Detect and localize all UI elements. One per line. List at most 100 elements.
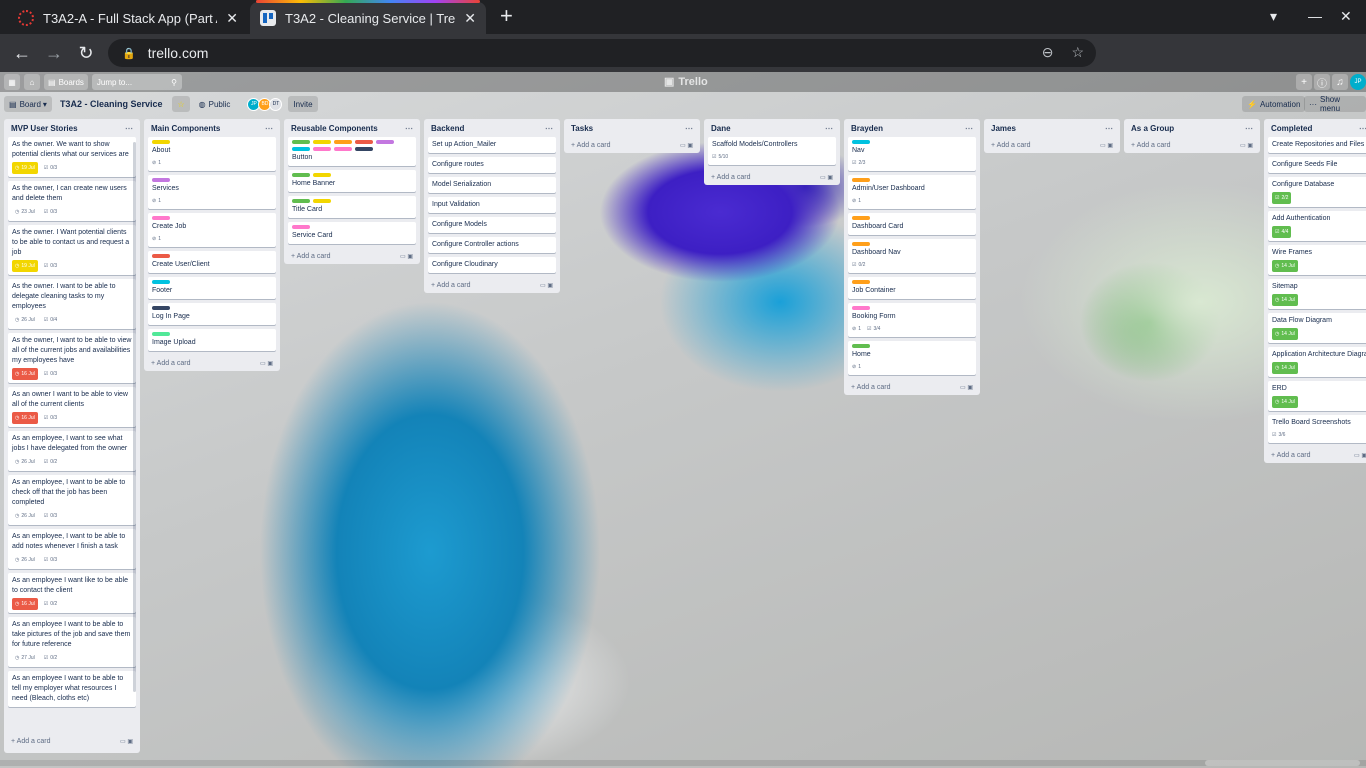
apps-grid-icon[interactable]: ▦: [4, 74, 20, 90]
user-avatar[interactable]: JP: [1350, 74, 1366, 90]
list-title[interactable]: Tasks: [571, 124, 593, 133]
card[interactable]: Configure Controller actions: [428, 237, 556, 253]
board-horizontal-scrollbar[interactable]: [0, 760, 1366, 766]
new-tab-button[interactable]: +: [500, 5, 513, 27]
list-header[interactable]: Completed ⋯: [1268, 119, 1366, 137]
member-avatar[interactable]: DT: [269, 97, 283, 111]
card[interactable]: Footer: [148, 277, 276, 299]
bookmark-star-icon[interactable]: ☆: [1071, 44, 1084, 61]
card[interactable]: Job Container: [848, 277, 976, 299]
card[interactable]: Data Flow Diagram ◷ 14 Jul: [1268, 313, 1366, 343]
browser-tab-trello[interactable]: T3A2 - Cleaning Service | Trello ✕: [250, 0, 486, 34]
archive-icon[interactable]: ▣: [547, 283, 553, 289]
archive-icon[interactable]: ▣: [1361, 453, 1366, 459]
list-scrollbar[interactable]: [133, 142, 136, 692]
board-view-switcher[interactable]: ▤ Board ▾: [4, 96, 52, 112]
add-card-button[interactable]: + Add a card ▭ ▣: [1268, 447, 1366, 463]
close-tab-icon[interactable]: ✕: [226, 10, 238, 27]
card[interactable]: Booking Form ⊘ 1 ☑ 3/4: [848, 303, 976, 337]
archive-icon[interactable]: ▣: [1247, 143, 1253, 149]
board-title[interactable]: T3A2 - Cleaning Service: [60, 99, 163, 109]
list-menu-icon[interactable]: ⋯: [405, 124, 413, 133]
card-label[interactable]: [852, 280, 870, 284]
list-title[interactable]: Brayden: [851, 124, 883, 133]
card-label[interactable]: [852, 140, 870, 144]
card[interactable]: As an employee, I want to be able to add…: [8, 529, 136, 569]
add-card-button[interactable]: + Add a card ▭ ▣: [148, 355, 276, 371]
card[interactable]: Nav ☑ 2/3: [848, 137, 976, 171]
card[interactable]: Set up Action_Mailer: [428, 137, 556, 153]
list-header[interactable]: MVP User Stories ⋯: [8, 119, 136, 137]
card[interactable]: Configure Seeds File: [1268, 157, 1366, 173]
tab-search-icon[interactable]: ▾: [1270, 8, 1277, 25]
card[interactable]: Services ⊘ 1: [148, 175, 276, 209]
close-tab-icon[interactable]: ✕: [464, 10, 476, 27]
trello-logo[interactable]: ▣ Trello: [664, 75, 708, 89]
scrollbar-thumb[interactable]: [1205, 760, 1360, 766]
archive-icon[interactable]: ▣: [967, 385, 973, 391]
card[interactable]: ERD ◷ 14 Jul: [1268, 381, 1366, 411]
card-label[interactable]: [313, 140, 331, 144]
forward-icon[interactable]: →: [38, 43, 70, 64]
card-label[interactable]: [852, 242, 870, 246]
add-card-button[interactable]: + Add a card ▭ ▣: [568, 137, 696, 153]
archive-icon[interactable]: ▣: [407, 254, 413, 260]
card[interactable]: Wire Frames ◷ 14 Jul: [1268, 245, 1366, 275]
add-card-button[interactable]: + Add a card ▭ ▣: [988, 137, 1116, 153]
card[interactable]: Trello Board Screenshots ☑ 3/6: [1268, 415, 1366, 443]
list-menu-icon[interactable]: ⋯: [1359, 124, 1366, 133]
card-label[interactable]: [152, 332, 170, 336]
create-plus-icon[interactable]: +: [1296, 74, 1312, 90]
card-label[interactable]: [152, 280, 170, 284]
list-title[interactable]: Completed: [1271, 124, 1312, 133]
list-title[interactable]: Dane: [711, 124, 731, 133]
star-board-icon[interactable]: ☆: [172, 96, 190, 112]
card[interactable]: Log In Page: [148, 303, 276, 325]
card[interactable]: As an employee I want to be able to tell…: [8, 671, 136, 707]
list-title[interactable]: Backend: [431, 124, 464, 133]
card-label[interactable]: [152, 140, 170, 144]
card[interactable]: Create Repositories and Files: [1268, 137, 1366, 153]
show-menu-button[interactable]: ··· Show menu: [1304, 95, 1366, 113]
list-menu-icon[interactable]: ⋯: [125, 124, 133, 133]
list-menu-icon[interactable]: ⋯: [825, 124, 833, 133]
add-card-button[interactable]: + Add a card ▭ ▣: [288, 248, 416, 264]
close-window-icon[interactable]: ✕: [1340, 8, 1352, 25]
card-label[interactable]: [334, 140, 352, 144]
card[interactable]: Title Card: [288, 196, 416, 218]
add-card-button[interactable]: + Add a card ▭ ▣: [848, 379, 976, 395]
card[interactable]: Button: [288, 137, 416, 166]
list-header[interactable]: James ⋯: [988, 119, 1116, 137]
list-menu-icon[interactable]: ⋯: [685, 124, 693, 133]
card-label[interactable]: [852, 216, 870, 220]
automation-button[interactable]: ⚡ Automation: [1242, 96, 1306, 112]
card[interactable]: Home Banner: [288, 170, 416, 192]
card-label[interactable]: [852, 344, 870, 348]
card-label[interactable]: [152, 254, 170, 258]
notifications-bell-icon[interactable]: ♫: [1332, 74, 1348, 90]
add-card-button[interactable]: + Add a card ▭ ▣: [428, 277, 556, 293]
card-label[interactable]: [152, 216, 170, 220]
card[interactable]: Configure Cloudinary: [428, 257, 556, 273]
list-menu-icon[interactable]: ⋯: [1245, 124, 1253, 133]
card-label[interactable]: [376, 140, 394, 144]
visibility-button[interactable]: ◍ Public: [194, 96, 236, 112]
back-icon[interactable]: ←: [6, 43, 38, 64]
card[interactable]: Create User/Client: [148, 251, 276, 273]
list-title[interactable]: James: [991, 124, 1016, 133]
card-label[interactable]: [152, 178, 170, 182]
card[interactable]: As the owner. We want to show potential …: [8, 137, 136, 177]
card[interactable]: Create Job ⊘ 1: [148, 213, 276, 247]
card[interactable]: Application Architecture Diagram ◷ 14 Jul: [1268, 347, 1366, 377]
info-icon[interactable]: ⓘ: [1314, 74, 1330, 90]
list-header[interactable]: Brayden ⋯: [848, 119, 976, 137]
card[interactable]: As the owner, I want to be able to view …: [8, 333, 136, 383]
card-label[interactable]: [152, 306, 170, 310]
card-label[interactable]: [355, 140, 373, 144]
card[interactable]: Home ⊘ 1: [848, 341, 976, 375]
card[interactable]: Scaffold Models/Controllers ☑ 5/10: [708, 137, 836, 165]
list-title[interactable]: Reusable Components: [291, 124, 378, 133]
minimize-icon[interactable]: —: [1308, 8, 1322, 24]
browser-tab-assignment[interactable]: T3A2-A - Full Stack App (Part A ✕: [8, 2, 248, 34]
card[interactable]: As an employee, I want to see what jobs …: [8, 431, 136, 471]
